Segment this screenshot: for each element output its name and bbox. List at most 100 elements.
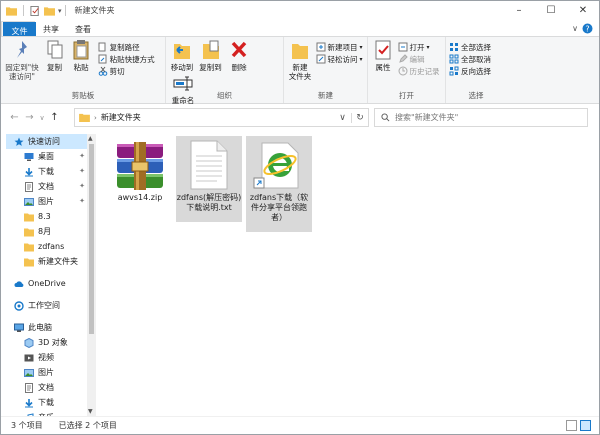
- open-button[interactable]: 打开 ▾: [398, 41, 440, 53]
- close-button[interactable]: ✕: [567, 1, 599, 20]
- folder-icon: [24, 213, 34, 221]
- paste-button[interactable]: 粘贴: [69, 39, 93, 72]
- dropdown-arrow-icon: ▾: [359, 55, 363, 63]
- details-view-icon[interactable]: [566, 420, 577, 431]
- cloud-icon: [14, 280, 24, 287]
- scroll-down-icon[interactable]: ▼: [88, 408, 93, 415]
- new-folder-button[interactable]: 新建 文件夹: [287, 39, 313, 81]
- address-bar[interactable]: › 新建文件夹 ∨ ↻: [74, 108, 369, 127]
- help-icon[interactable]: ?: [582, 23, 593, 34]
- copy-button[interactable]: 复制: [43, 39, 67, 72]
- folder-icon: [6, 6, 17, 16]
- folder-icon: [79, 113, 90, 122]
- tab-file[interactable]: 文件: [3, 22, 36, 37]
- move-to-button[interactable]: 移动到: [169, 39, 195, 72]
- file-item-zdfans-link[interactable]: zdfans下载（软件分享平台领跑者）: [246, 136, 312, 232]
- minimize-button[interactable]: –: [503, 1, 535, 20]
- address-row: ← → ∨ ↑ › 新建文件夹 ∨ ↻ 搜索"新建文件夹": [1, 105, 599, 130]
- move-to-icon: [174, 44, 190, 59]
- nav-item-label: 视频: [38, 353, 54, 362]
- copy-path-button[interactable]: 复制路径: [98, 41, 155, 53]
- nav-scrollbar[interactable]: ▲ ▼: [87, 134, 96, 416]
- copy-to-button[interactable]: 复制到: [198, 39, 224, 72]
- properties-check-icon[interactable]: [30, 5, 41, 16]
- window-controls: – ☐ ✕: [503, 1, 599, 20]
- breadcrumb-current[interactable]: 新建文件夹: [101, 112, 141, 123]
- forward-button[interactable]: →: [22, 112, 37, 123]
- maximize-button[interactable]: ☐: [535, 1, 567, 20]
- select-none-button[interactable]: 全部取消: [449, 53, 503, 65]
- properties-button[interactable]: 属性: [371, 39, 395, 72]
- nav-item[interactable]: 此电脑: [6, 320, 87, 335]
- paste-shortcut-button[interactable]: 粘贴快捷方式: [98, 53, 155, 65]
- file-item-readme-txt[interactable]: zdfans(解压密码)下载说明.txt: [176, 136, 242, 222]
- pin-icon: ✦: [79, 167, 85, 175]
- workspace-icon: [14, 300, 24, 311]
- file-item-awvs14[interactable]: awvs14.zip: [106, 138, 174, 218]
- open-group: 属性 打开 ▾ 编辑 历史记录 打开: [368, 37, 446, 103]
- nav-item[interactable]: 视频: [6, 350, 87, 365]
- select-all-button[interactable]: 全部选择: [449, 41, 503, 53]
- delete-x-icon: [231, 41, 247, 58]
- computer-icon: [14, 323, 24, 332]
- nav-item[interactable]: 下载: [6, 395, 87, 410]
- recent-locations-button[interactable]: ∨: [37, 114, 47, 122]
- pin-quick-access-button[interactable]: 固定到"快 速访问": [4, 39, 40, 81]
- delete-label: 删除: [231, 63, 247, 72]
- delete-button[interactable]: 删除: [226, 39, 252, 72]
- nav-item[interactable]: 文档 ✦: [6, 179, 87, 194]
- scrollbar-thumb[interactable]: [89, 144, 94, 334]
- video-icon: [24, 354, 34, 361]
- tab-share[interactable]: 共享: [35, 21, 67, 37]
- copy-path-label: 复制路径: [109, 42, 140, 52]
- easy-access-icon: [316, 54, 326, 64]
- address-dropdown-icon[interactable]: ∨: [334, 113, 351, 123]
- invert-selection-icon: [449, 66, 459, 76]
- picture-icon: [24, 368, 34, 377]
- large-icons-view-icon[interactable]: [580, 420, 591, 431]
- nav-item[interactable]: 桌面 ✦: [6, 149, 87, 164]
- breadcrumb-separator-icon: ›: [94, 113, 97, 122]
- up-button[interactable]: ↑: [47, 112, 62, 123]
- select-none-icon: [449, 54, 459, 64]
- expand-ribbon-icon[interactable]: ∨: [572, 24, 578, 33]
- nav-item[interactable]: zdfans: [6, 239, 87, 254]
- new-item-button[interactable]: 新建项目 ▾: [316, 41, 363, 53]
- copy-to-label: 复制到: [199, 63, 222, 72]
- history-button[interactable]: 历史记录: [398, 65, 440, 77]
- nav-item-label: 3D 对象: [38, 338, 68, 347]
- nav-item[interactable]: 文档: [6, 380, 87, 395]
- refresh-icon[interactable]: ↻: [351, 112, 368, 123]
- pin-label: 固定到"快 速访问": [5, 63, 39, 81]
- nav-item[interactable]: 下载 ✦: [6, 164, 87, 179]
- search-box[interactable]: 搜索"新建文件夹": [374, 108, 588, 127]
- selected-count: 已选择 2 个项目: [58, 421, 117, 430]
- nav-item[interactable]: 图片: [6, 365, 87, 380]
- nav-item[interactable]: 8月: [6, 224, 87, 239]
- nav-item[interactable]: OneDrive: [6, 276, 87, 291]
- pin-icon: [17, 41, 27, 58]
- nav-item[interactable]: 工作空间: [6, 298, 87, 313]
- nav-item[interactable]: 8.3: [6, 209, 87, 224]
- copy-to-icon: [202, 40, 219, 59]
- easy-access-button[interactable]: 轻松访问 ▾: [316, 53, 363, 65]
- invert-selection-button[interactable]: 反向选择: [449, 65, 503, 77]
- cut-button[interactable]: 剪切: [98, 65, 155, 77]
- nav-item[interactable]: 新建文件夹: [6, 254, 87, 269]
- new-folder-icon[interactable]: [44, 6, 55, 16]
- nav-item-label: 新建文件夹: [38, 257, 78, 266]
- select-all-label: 全部选择: [461, 42, 491, 52]
- scroll-up-icon[interactable]: ▲: [88, 135, 93, 142]
- new-group: 新建 文件夹 新建项目 ▾ 轻松访问 ▾ 新建: [284, 37, 368, 103]
- nav-item[interactable]: 快速访问: [6, 134, 87, 149]
- edit-button[interactable]: 编辑: [398, 53, 440, 65]
- nav-item[interactable]: 3D 对象: [6, 335, 87, 350]
- folder-icon: [24, 258, 34, 266]
- qa-dropdown-icon[interactable]: ▾: [58, 7, 62, 15]
- back-button[interactable]: ←: [7, 112, 22, 123]
- nav-item[interactable]: 图片 ✦: [6, 194, 87, 209]
- tab-view[interactable]: 查看: [67, 21, 99, 37]
